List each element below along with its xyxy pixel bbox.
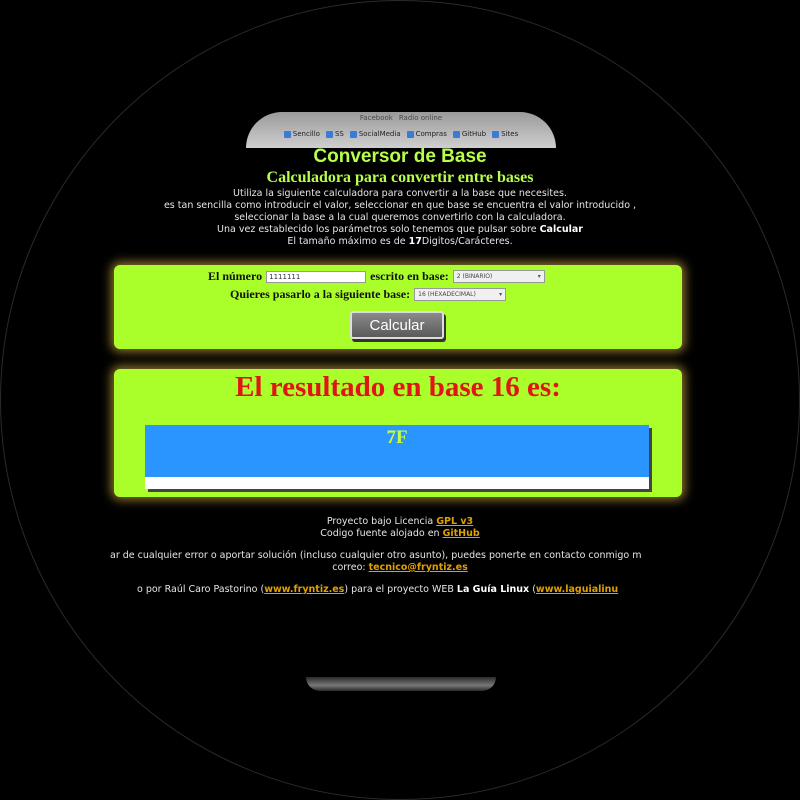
- result-box: 7F: [145, 425, 649, 489]
- bookmark-item[interactable]: SocialMedia: [349, 130, 401, 138]
- result-panel: El resultado en base 16 es: 7F: [114, 369, 682, 497]
- page-title: Conversor de Base: [313, 146, 487, 167]
- converter-form-panel: El número escrito en base: 2 (BINARIO) ▾…: [114, 265, 682, 349]
- page-subtitle: Calculadora para convertir entre bases: [266, 169, 534, 186]
- browser-tabs: Facebook Radio online: [246, 114, 556, 122]
- number-row: El número escrito en base: 2 (BINARIO) ▾: [208, 269, 545, 284]
- chevron-down-icon: ▾: [537, 273, 541, 280]
- intro-params-line: Una vez establecido los parámetros solo …: [217, 224, 583, 235]
- intro-line: Utiliza la siguiente calculadora para co…: [233, 188, 567, 199]
- bookmark-icon: [283, 130, 291, 138]
- browser-tab[interactable]: Facebook: [360, 114, 393, 122]
- number-label: El número: [208, 269, 263, 283]
- browser-toolbar: Facebook Radio online Sencillo SS Social…: [246, 112, 556, 148]
- result-value: 7F: [386, 427, 408, 448]
- intro-line: seleccionar la base a la cual queremos c…: [234, 212, 566, 223]
- contact-line-wrap: ar de cualquier error o aportar solución…: [0, 550, 800, 562]
- github-icon: [452, 130, 460, 138]
- page-header: Conversor de Base Calculadora para conve…: [0, 146, 800, 248]
- bookmark-item[interactable]: SS: [325, 130, 344, 138]
- page-footer: Proyecto bajo Licencia GPL v3 Codigo fue…: [0, 516, 800, 596]
- browser-tab[interactable]: Radio online: [399, 114, 442, 122]
- source-line: Codigo fuente alojado en GitHub: [320, 528, 480, 539]
- bookmark-icon: [406, 130, 414, 138]
- contact-line: ar de cualquier error o aportar solución…: [110, 550, 642, 561]
- project-site-link[interactable]: www.laguialinu: [536, 584, 618, 595]
- bookmark-item[interactable]: Sites: [492, 130, 518, 138]
- license-line: Proyecto bajo Licencia GPL v3: [326, 516, 474, 527]
- license-link[interactable]: GPL v3: [436, 516, 473, 527]
- email-link[interactable]: tecnico@fryntiz.es: [369, 562, 468, 573]
- target-base-select[interactable]: 16 (HEXADECIMAL) ▾: [414, 288, 507, 301]
- folder-icon: [349, 130, 357, 138]
- github-link[interactable]: GitHub: [443, 528, 480, 539]
- bookmark-item[interactable]: GitHub: [452, 130, 486, 138]
- mail-line: correo: tecnico@fryntiz.es: [332, 562, 468, 573]
- target-row: Quieres pasarlo a la siguiente base: 16 …: [230, 287, 507, 302]
- magnifier-lens: Facebook Radio online Sencillo SS Social…: [0, 0, 800, 800]
- calculate-button[interactable]: Calcular: [350, 311, 444, 339]
- intro-line: es tan sencilla como introducir el valor…: [163, 200, 637, 211]
- target-base-label: Quieres pasarlo a la siguiente base:: [230, 287, 411, 301]
- bookmark-icon: [325, 130, 333, 138]
- bookmark-item[interactable]: Compras: [406, 130, 447, 138]
- number-input[interactable]: [266, 270, 367, 283]
- bookmark-icon: [492, 130, 500, 138]
- browser-bottom-bar: [306, 677, 496, 691]
- author-site-link[interactable]: www.fryntiz.es: [264, 584, 344, 595]
- source-base-select[interactable]: 2 (BINARIO) ▾: [452, 270, 545, 283]
- credit-line: o por Raúl Caro Pastorino (www.fryntiz.e…: [137, 584, 619, 595]
- intro-max-line: El tamaño máximo es de 17Digitos/Carácte…: [287, 236, 513, 247]
- source-base-label: escrito en base:: [370, 269, 449, 283]
- bookmarks-bar: Sencillo SS SocialMedia Compras GitHub S…: [246, 130, 556, 138]
- chevron-down-icon: ▾: [499, 291, 503, 298]
- result-title: El resultado en base 16 es:: [235, 371, 561, 403]
- bookmark-item[interactable]: Sencillo: [283, 130, 320, 138]
